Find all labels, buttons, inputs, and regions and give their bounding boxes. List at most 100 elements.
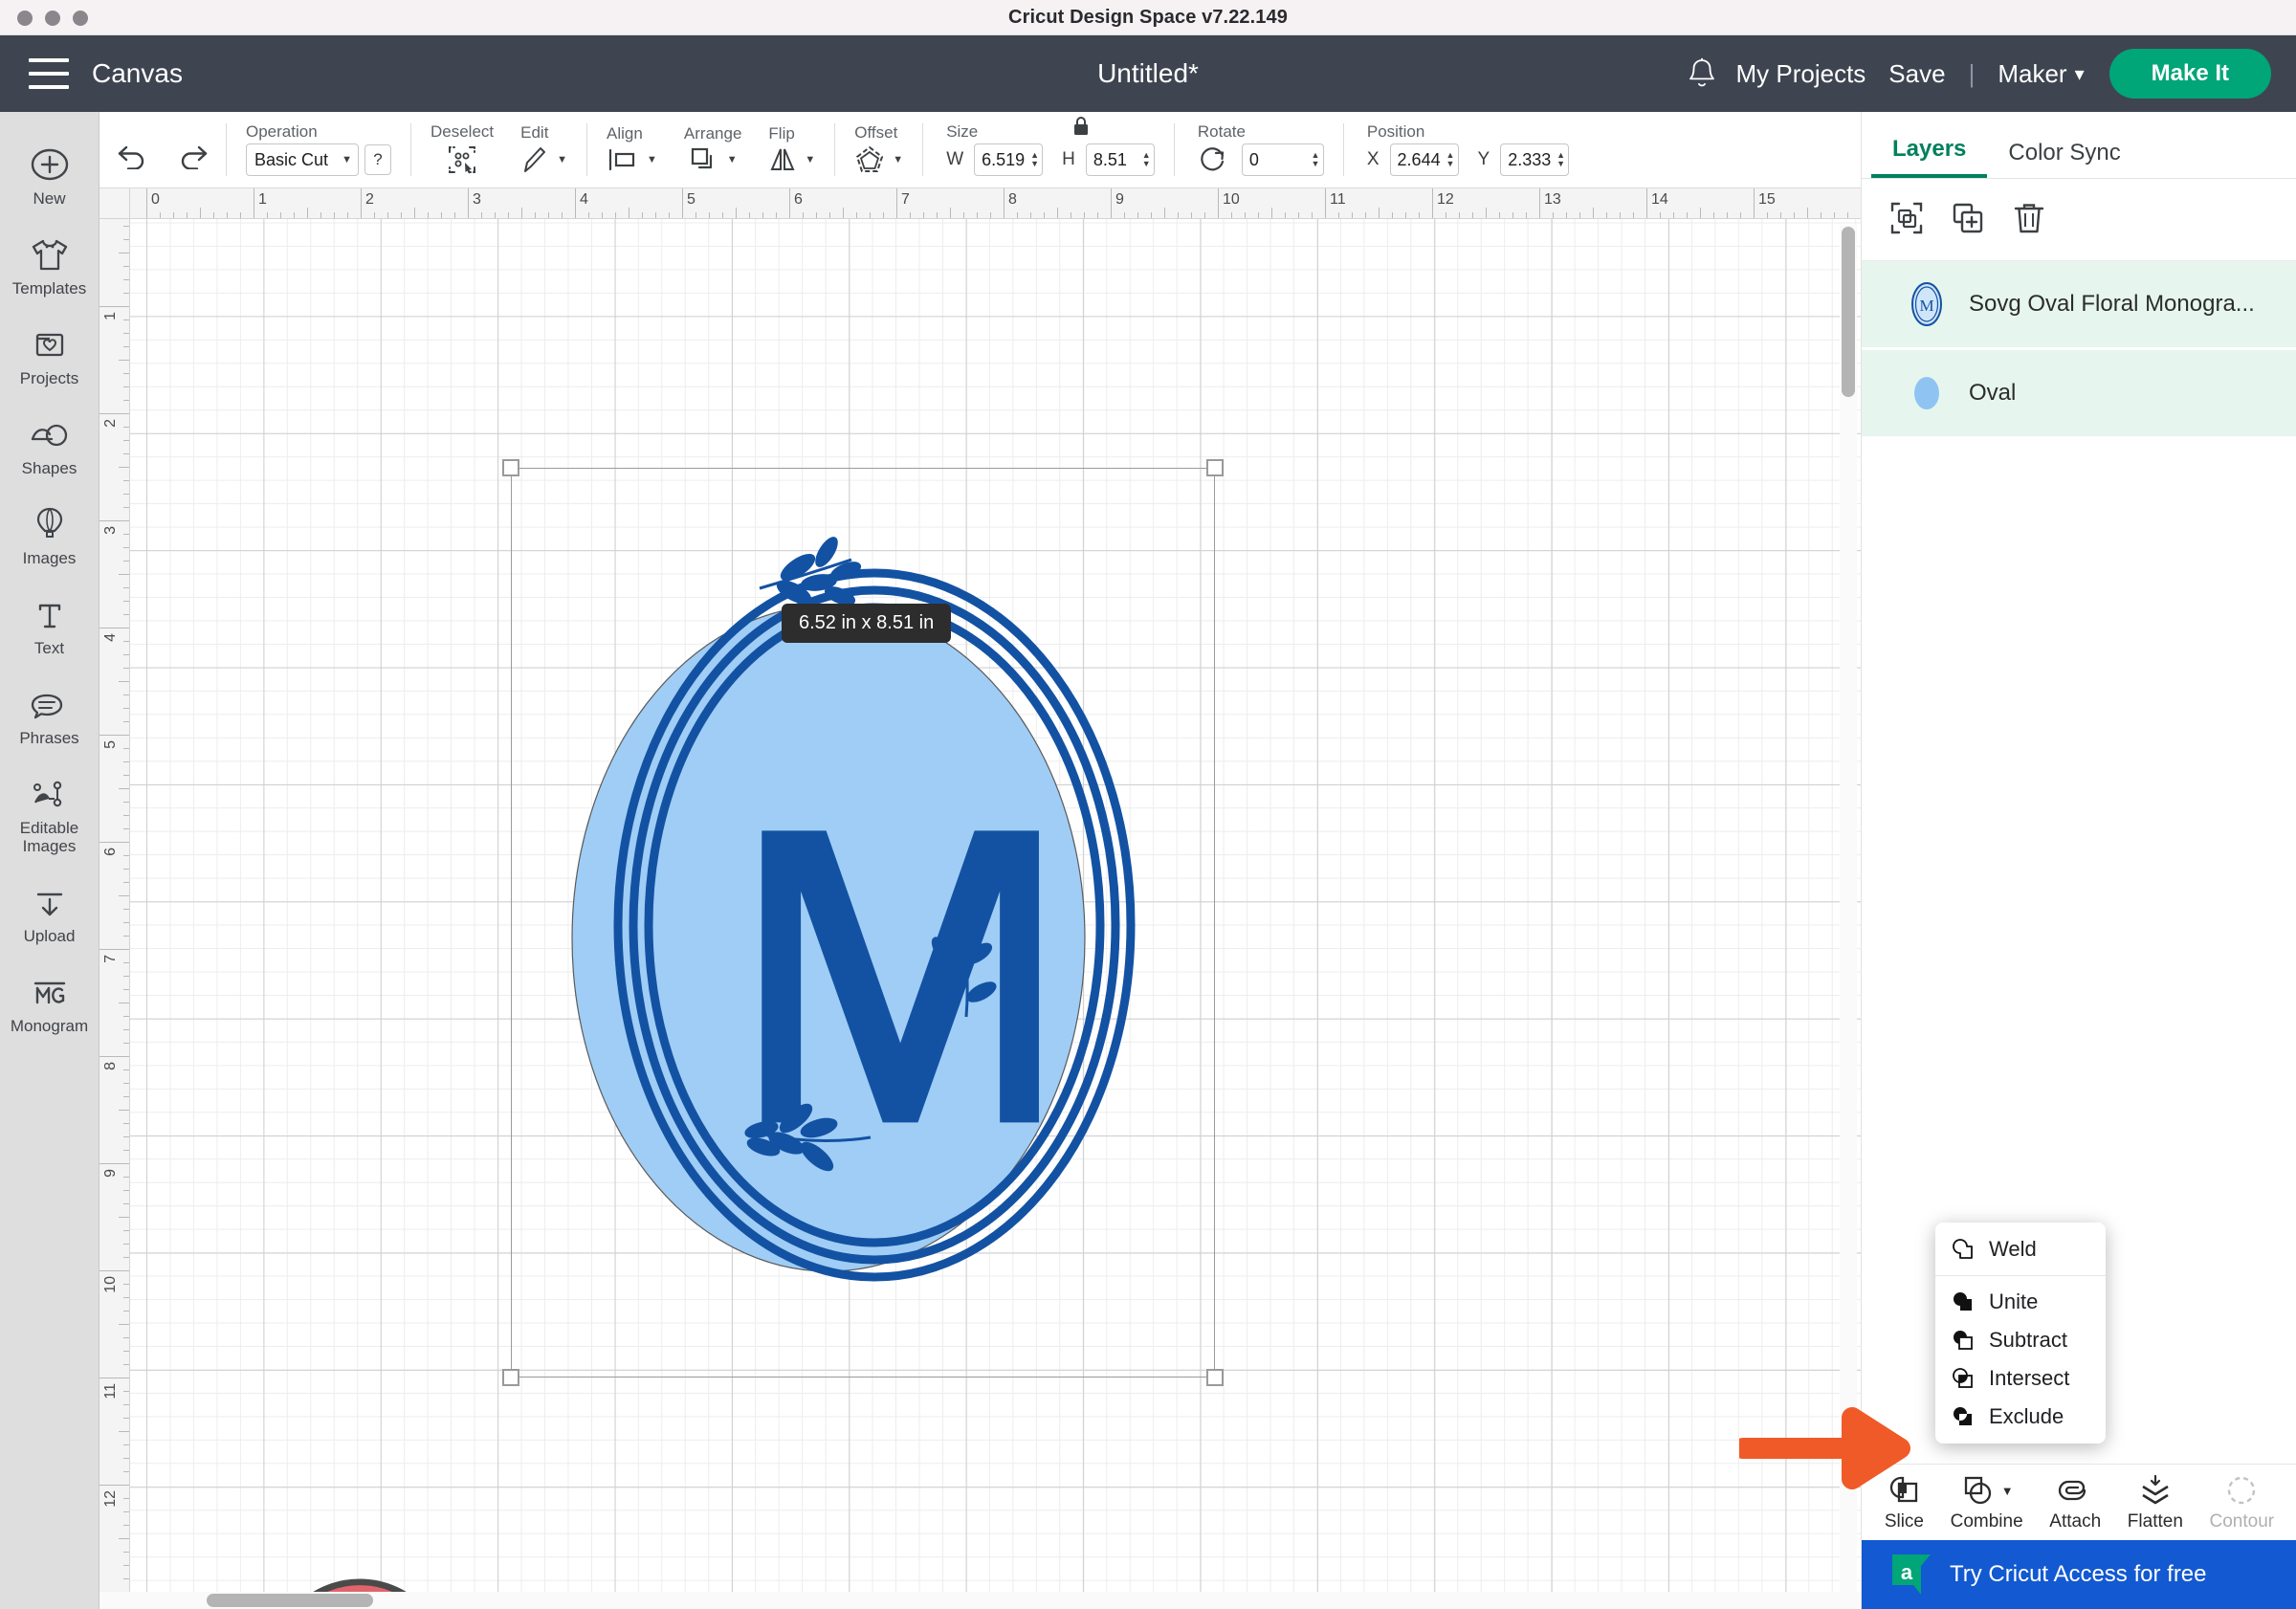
resize-handle-top-right[interactable] [1206,459,1224,476]
height-stepper[interactable]: ▲ ▼ [1139,151,1154,168]
minimize-button[interactable] [45,11,60,26]
canvas-horizontal-scrollbar[interactable] [99,1592,1861,1609]
scrollbar-thumb[interactable] [1842,227,1855,397]
menu-item-subtract[interactable]: Subtract [1935,1321,2106,1359]
menu-item-unite[interactable]: Unite [1935,1283,2106,1321]
scrollbar-thumb[interactable] [207,1594,373,1607]
zoom-button[interactable] [73,11,88,26]
ruler-minor-tick [1365,212,1366,218]
speech-bubble-icon [29,682,71,722]
make-it-button[interactable]: Make It [2108,49,2271,99]
width-stepper[interactable]: ▲ ▼ [1027,151,1042,168]
sidebar-item-projects[interactable]: Projects [0,309,99,399]
resize-handle-top-left[interactable] [502,459,519,476]
resize-handle-bottom-right[interactable] [1206,1369,1224,1386]
hamburger-icon[interactable] [29,58,69,89]
chevron-down-icon[interactable]: ▼ [647,154,657,165]
layer-row-monogram[interactable]: M Sovg Oval Floral Monogra... [1862,261,2296,347]
ruler-minor-tick [1807,208,1808,218]
combine-button[interactable]: ▼ Combine [1951,1472,2023,1532]
operation-label: Operation [246,122,318,141]
combine-context-menu[interactable]: Weld Unite Subtract Intersect Exclude [1935,1223,2106,1444]
design-canvas[interactable]: 0123456789101112131415 0123456789101112 [99,188,1861,1609]
ruler-minor-tick [588,212,589,218]
deselect-icon[interactable] [446,143,478,176]
ruler-minor-tick [669,212,670,218]
chevron-down-icon[interactable]: ▼ [893,154,903,165]
arrange-icon[interactable] [689,145,719,174]
position-y-input[interactable] [1501,149,1555,170]
menu-item-intersect[interactable]: Intersect [1935,1359,2106,1398]
dimension-badge: 6.52 in x 8.51 in [782,604,952,643]
position-x-stepper[interactable]: ▲ ▼ [1443,151,1457,168]
height-input[interactable] [1086,149,1139,170]
canvas-label[interactable]: Canvas [92,58,183,89]
ruler-minor-tick [1097,212,1098,218]
lock-icon[interactable] [1069,114,1093,143]
position-y-stepper[interactable]: ▲ ▼ [1554,151,1568,168]
chevron-down-icon[interactable]: ▼ [2001,1484,2014,1498]
sidebar-item-label: Images [22,549,77,568]
my-projects-link[interactable]: My Projects [1735,59,1866,89]
width-field[interactable]: ▲▼ [974,143,1044,176]
chevron-down-icon[interactable]: ▾ [2075,62,2085,86]
ruler-label: 0 [151,191,160,208]
ruler-tick [1754,188,1755,218]
machine-selector[interactable]: Maker [1998,59,2066,89]
sidebar-item-phrases[interactable]: Phrases [0,669,99,759]
operation-help-button[interactable]: ? [364,144,391,175]
sidebar-item-monogram[interactable]: Monogram [0,957,99,1047]
chevron-down-icon[interactable]: ▼ [805,154,815,165]
rotate-input[interactable] [1242,149,1308,170]
ruler-tick [1111,188,1112,218]
resize-handle-bottom-left[interactable] [502,1369,519,1386]
cricut-access-promo[interactable]: a Try Cricut Access for free [1862,1540,2296,1609]
sidebar-item-upload[interactable]: Upload [0,867,99,957]
flip-icon[interactable] [768,145,797,174]
rotate-field[interactable]: ▲▼ [1241,143,1324,176]
ruler-minor-tick [1606,212,1607,218]
undo-icon[interactable] [115,141,149,169]
sidebar-item-editable-images[interactable]: Editable Images [0,759,99,867]
sidebar-item-text[interactable]: Text [0,579,99,669]
group-icon[interactable] [1888,200,1925,241]
position-x-input[interactable] [1390,149,1444,170]
menu-item-weld[interactable]: Weld [1935,1230,2106,1268]
trash-icon[interactable] [2011,200,2047,241]
position-x-field[interactable]: ▲▼ [1389,143,1459,176]
rotate-stepper[interactable]: ▲ ▼ [1308,151,1323,168]
edit-pencil-icon[interactable] [520,144,549,175]
height-field[interactable]: ▲▼ [1085,143,1155,176]
sidebar-item-images[interactable]: Images [0,489,99,579]
flatten-button[interactable]: Flatten [2128,1472,2183,1532]
operation-select[interactable]: Basic Cut ▼ [246,143,359,176]
menu-item-label: Subtract [1989,1328,2067,1352]
duplicate-icon[interactable] [1950,200,1986,241]
tab-layers[interactable]: Layers [1871,136,1988,178]
bell-icon[interactable] [1686,55,1718,92]
align-icon[interactable] [607,145,639,174]
attach-button[interactable]: Attach [2049,1472,2101,1532]
menu-item-exclude[interactable]: Exclude [1935,1398,2106,1436]
width-input[interactable] [975,149,1027,170]
offset-icon[interactable] [854,144,885,175]
rotate-icon[interactable] [1198,145,1228,174]
ruler-minor-tick [1124,212,1125,218]
chevron-down-icon[interactable]: ▼ [557,154,567,165]
sidebar-item-shapes[interactable]: Shapes [0,399,99,489]
ruler-minor-tick [454,212,455,218]
tab-color-sync[interactable]: Color Sync [1987,140,2141,178]
operation-group: Operation Basic Cut ▼ ? [232,112,405,187]
sidebar-item-new[interactable]: New [0,129,99,219]
chevron-down-icon[interactable]: ▼ [727,154,738,165]
ruler-tick [99,1485,129,1486]
position-y-field[interactable]: ▲▼ [1500,143,1570,176]
layer-row-oval[interactable]: Oval [1862,350,2296,436]
ruler-label: 15 [1758,191,1776,208]
save-button[interactable]: Save [1888,59,1945,89]
redo-icon[interactable] [176,141,210,169]
close-button[interactable] [17,11,33,26]
canvas-vertical-scrollbar[interactable] [1840,225,1857,1593]
window-traffic-lights[interactable] [17,11,88,26]
sidebar-item-templates[interactable]: Templates [0,219,99,309]
